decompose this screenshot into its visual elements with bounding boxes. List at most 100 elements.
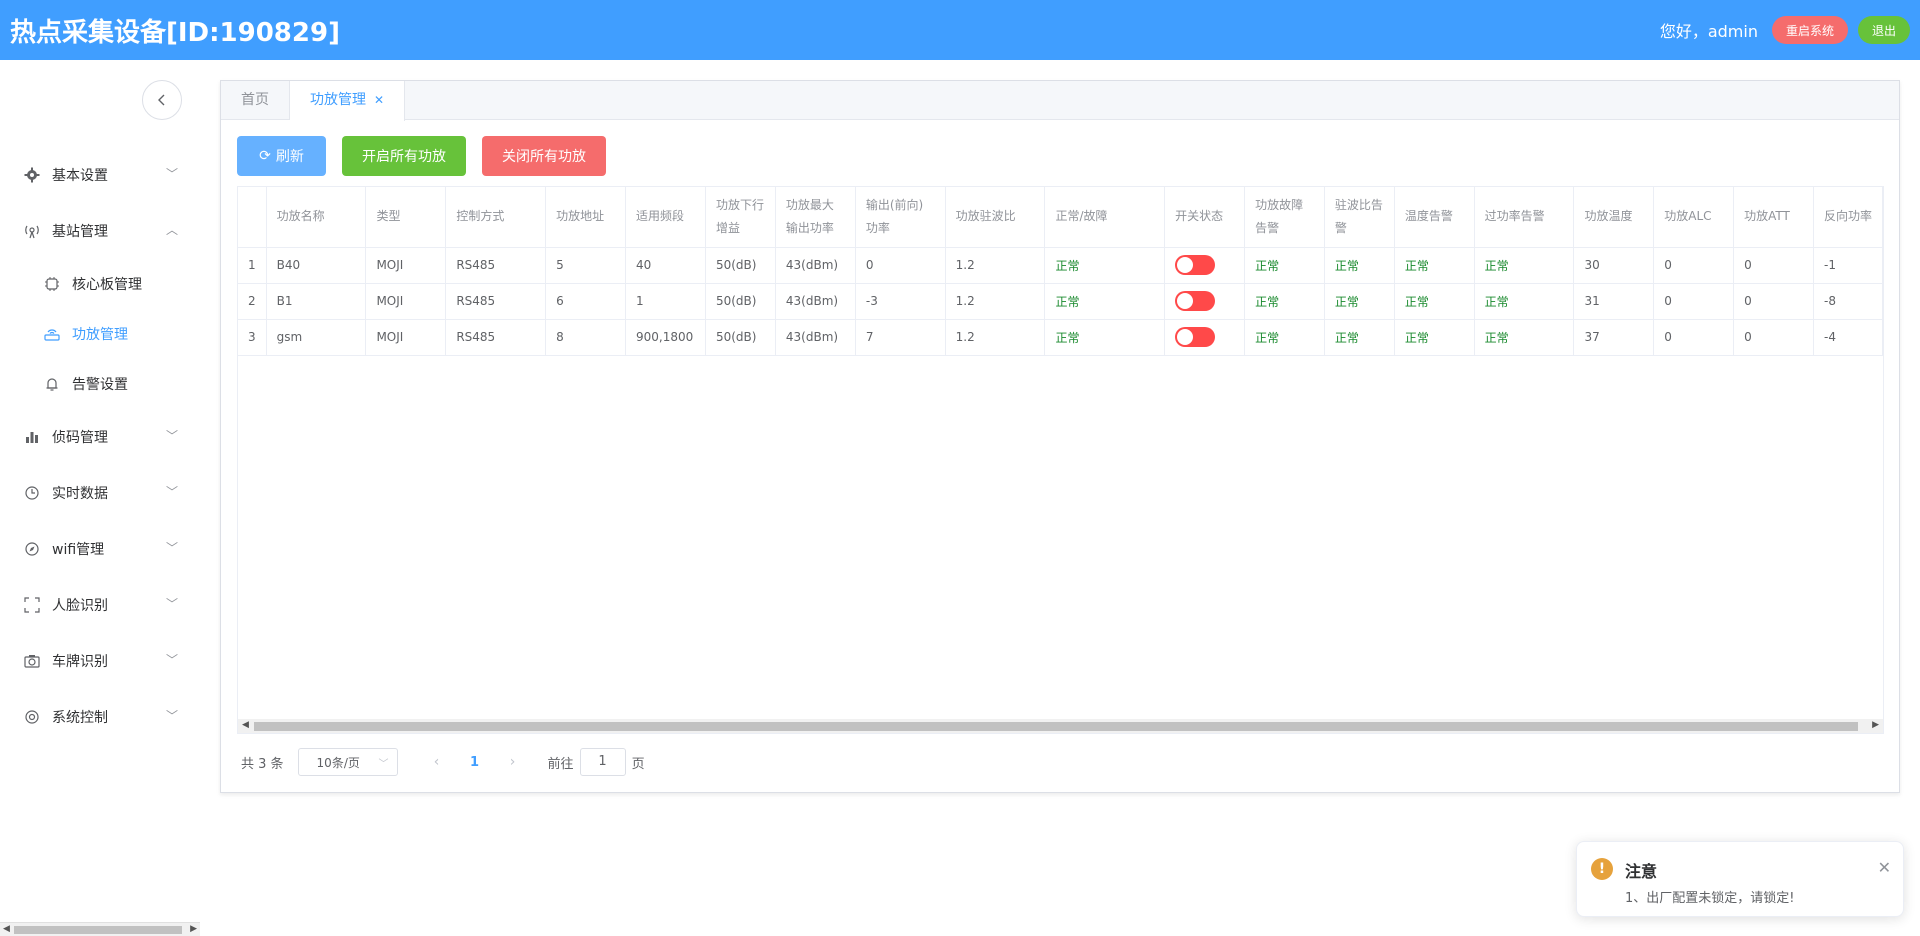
column-header: [238, 187, 267, 248]
sidebar-item-wifi[interactable]: wifi管理 ﹀: [0, 521, 200, 577]
table-cell: 43(dBm): [775, 283, 856, 320]
tab-label: 首页: [241, 92, 269, 108]
switch-cell: [1164, 319, 1246, 356]
page-number[interactable]: 1: [456, 755, 494, 770]
status-cell: 正常: [1244, 247, 1325, 284]
power-toggle[interactable]: [1175, 255, 1216, 275]
column-header: 功放驻波比: [945, 187, 1046, 248]
table-cell: RS485: [445, 247, 547, 284]
status-cell: 正常: [1474, 319, 1575, 356]
sidebar-item-base-station[interactable]: 基站管理 ︿: [0, 203, 200, 259]
table-cell: 43(dBm): [775, 319, 856, 356]
sidebar-item-label: 车牌识别: [52, 654, 108, 670]
table-cell: MOJI: [365, 319, 447, 356]
status-cell: 正常: [1244, 319, 1325, 356]
power-toggle[interactable]: [1175, 327, 1216, 347]
column-header: 反向功率: [1813, 187, 1883, 248]
table-cell: 50(dB): [705, 247, 776, 284]
goto-page-input[interactable]: 1: [579, 748, 626, 776]
column-header: 正常/故障: [1044, 187, 1166, 248]
table-cell: 3: [238, 319, 267, 356]
table-cell: 37: [1573, 319, 1655, 356]
scroll-right-arrow-icon[interactable]: ▶: [190, 924, 197, 934]
table-cell: 2: [238, 283, 267, 320]
close-icon[interactable]: ✕: [1878, 858, 1891, 877]
refresh-button[interactable]: ⟳ 刷新: [237, 136, 326, 176]
tab-home[interactable]: 首页: [221, 81, 290, 120]
table-cell: 30: [1573, 247, 1655, 284]
status-cell: 正常: [1324, 247, 1395, 284]
scroll-right-arrow-icon[interactable]: ▶: [1872, 720, 1879, 730]
column-header: 功放故障告警: [1244, 187, 1325, 248]
page-size-value: 10条/页: [316, 755, 360, 770]
goto-label: 前往: [547, 756, 574, 772]
header-actions: 您好，admin 重启系统 退出: [1660, 16, 1910, 44]
table-cell: 900,1800: [625, 319, 706, 356]
chevron-left-icon: [158, 94, 165, 106]
table-header-row: 功放名称 类型 控制方式 功放地址 适用频段 功放下行增益 功放最大输出功率 输…: [238, 187, 1883, 248]
sidebar-item-label: 系统控制: [52, 710, 108, 726]
table-cell: 0: [1653, 319, 1735, 356]
column-header: 温度告警: [1394, 187, 1475, 248]
sidebar-item-label: 基本设置: [52, 168, 108, 184]
sidebar-item-plate-recognition[interactable]: 车牌识别 ﹀: [0, 633, 200, 689]
open-all-amplifiers-button[interactable]: 开启所有功放: [342, 136, 466, 176]
logout-button[interactable]: 退出: [1857, 16, 1910, 44]
scroll-left-arrow-icon[interactable]: ◀: [3, 924, 10, 934]
column-header: 功放下行增益: [705, 187, 776, 248]
sidebar-item-label: 侦码管理: [52, 430, 108, 446]
tab-amplifier[interactable]: 功放管理 ✕: [290, 81, 406, 121]
sidebar-item-system-control[interactable]: 系统控制 ﹀: [0, 689, 200, 745]
restart-system-button[interactable]: 重启系统: [1771, 16, 1848, 44]
pagination: 共 3 条 10条/页 ﹀ ‹ 1 › 前往 1 页: [241, 748, 645, 776]
sidebar-item-amplifier[interactable]: 功放管理: [0, 309, 200, 359]
column-header: 功放名称: [266, 187, 367, 248]
table-cell: 43(dBm): [775, 247, 856, 284]
scrollbar-thumb[interactable]: [254, 722, 1858, 731]
table-cell: -3: [855, 283, 946, 320]
warning-icon: !: [1591, 858, 1613, 880]
chevron-down-icon: ﹀: [165, 541, 178, 555]
column-header: 开关状态: [1164, 187, 1246, 248]
sidebar-item-code-detection[interactable]: 侦码管理 ﹀: [0, 409, 200, 465]
close-icon[interactable]: ✕: [374, 93, 384, 107]
chevron-down-icon: ﹀: [378, 758, 389, 770]
status-cell: 正常: [1394, 247, 1475, 284]
sidebar-item-label: 实时数据: [52, 486, 108, 502]
sidebar-item-realtime-data[interactable]: 实时数据 ﹀: [0, 465, 200, 521]
table-cell: 31: [1573, 283, 1655, 320]
table-cell: 0: [1653, 247, 1735, 284]
sidebar-item-face-recognition[interactable]: 人脸识别 ﹀: [0, 577, 200, 633]
status-cell: 正常: [1474, 283, 1575, 320]
power-toggle[interactable]: [1175, 291, 1216, 311]
chevron-down-icon: ﹀: [165, 429, 178, 443]
table-cell: -8: [1813, 283, 1883, 320]
table-cell: 50(dB): [705, 319, 776, 356]
page-size-select[interactable]: 10条/页 ﹀: [297, 748, 398, 776]
table-row: 3 gsm MOJI RS485 8 900,1800 50(dB) 43(dB…: [238, 319, 1883, 356]
sidebar-item-alarm-settings[interactable]: 告警设置: [0, 359, 200, 409]
sidebar-item-core-board[interactable]: 核心板管理: [0, 259, 200, 309]
prev-page-icon[interactable]: ‹: [418, 754, 456, 770]
page-suffix: 页: [631, 756, 645, 772]
table-cell: 6: [545, 283, 626, 320]
scroll-left-arrow-icon[interactable]: ◀: [242, 720, 249, 730]
collapse-sidebar-button[interactable]: [142, 80, 182, 120]
status-cell: 正常: [1324, 283, 1395, 320]
status-cell: 正常: [1044, 283, 1166, 320]
bar-chart-icon: [22, 429, 42, 445]
table-cell: 1.2: [945, 319, 1046, 356]
next-page-icon[interactable]: ›: [494, 754, 532, 770]
table-cell: -1: [1813, 247, 1883, 284]
close-all-amplifiers-button[interactable]: 关闭所有功放: [482, 136, 606, 176]
table-scrollbar[interactable]: ◀ ▶: [238, 719, 1883, 733]
total-count: 共 3 条: [241, 756, 284, 772]
sidebar-scrollbar[interactable]: ◀ ▶: [0, 922, 200, 936]
sidebar-item-basic-settings[interactable]: 基本设置 ﹀: [0, 147, 200, 203]
chevron-down-icon: ﹀: [165, 709, 178, 723]
refresh-icon: ⟳: [259, 148, 271, 164]
table-cell: 50(dB): [705, 283, 776, 320]
scrollbar-thumb[interactable]: [14, 926, 182, 934]
gear-icon: [22, 167, 42, 183]
sidebar-item-label: 基站管理: [52, 224, 108, 240]
